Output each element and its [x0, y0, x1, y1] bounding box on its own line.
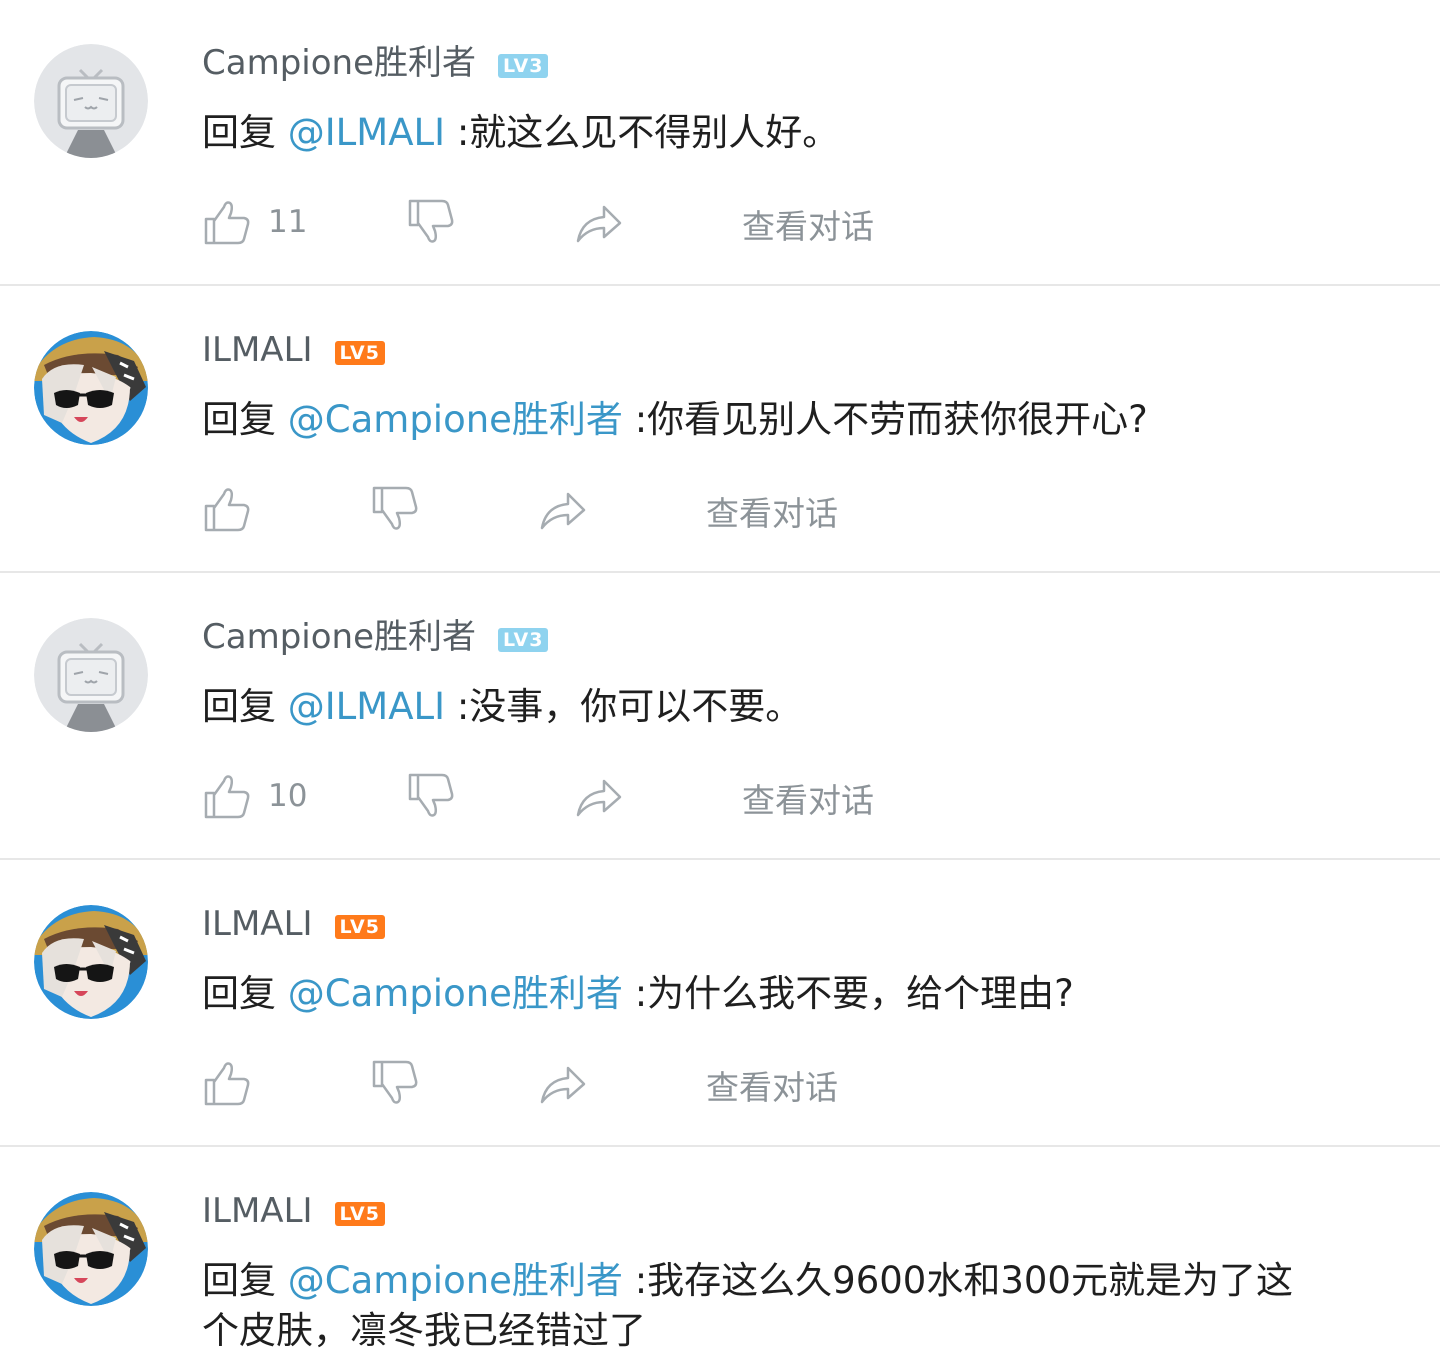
username[interactable]: Campione胜利者 LV3 — [202, 614, 549, 660]
reply-prefix: 回复 — [202, 1259, 288, 1302]
username[interactable]: ILMALI LV5 — [202, 327, 385, 373]
level-badge: LV3 — [498, 54, 549, 78]
username[interactable]: Campione胜利者 LV3 — [202, 40, 549, 86]
share-button[interactable] — [538, 479, 588, 539]
comment-text: 回复 @Campione胜利者 :我存这么久9600水和300元就是为了这个皮肤… — [202, 1256, 1302, 1356]
thumbs-down-icon — [408, 199, 454, 243]
comment-body: :就这么见不得别人好。 — [445, 111, 840, 154]
avatar[interactable] — [34, 331, 148, 445]
view-conversation-link[interactable]: 查看对话 — [742, 774, 874, 822]
comment-text: 回复 @Campione胜利者 :为什么我不要，给个理由? — [202, 969, 1322, 1019]
level-badge: LV5 — [334, 341, 385, 365]
view-conversation-link[interactable]: 查看对话 — [706, 1061, 838, 1109]
mention-link[interactable]: @Campione胜利者 — [288, 972, 623, 1015]
level-badge: LV5 — [334, 1202, 385, 1226]
username[interactable]: ILMALI LV5 — [202, 901, 385, 947]
share-button[interactable] — [574, 766, 624, 826]
tv-mascot-avatar-icon — [34, 44, 148, 158]
dislike-button[interactable] — [406, 766, 456, 826]
thumbs-down-icon — [372, 1060, 418, 1104]
avatar[interactable] — [34, 618, 148, 732]
reply-prefix: 回复 — [202, 685, 288, 728]
comment-item: Campione胜利者 LV3 回复 @ILMALI :就这么见不得别人好。 11… — [0, 0, 1440, 286]
dislike-button[interactable] — [406, 192, 456, 252]
username-text: Campione胜利者 — [202, 43, 476, 83]
thumbs-down-icon — [408, 773, 454, 817]
share-arrow-icon — [540, 1066, 586, 1104]
view-conversation-link[interactable]: 查看对话 — [742, 200, 874, 248]
comment-text: 回复 @Campione胜利者 :你看见别人不劳而获你很开心? — [202, 395, 1322, 445]
avatar[interactable] — [34, 905, 148, 1019]
comment-item: ILMALI LV5 回复 @Campione胜利者 :你看见别人不劳而获你很开心… — [0, 287, 1440, 573]
avatar[interactable] — [34, 1192, 148, 1306]
comment-body: :为什么我不要，给个理由? — [622, 972, 1074, 1015]
avatar[interactable] — [34, 44, 148, 158]
mention-link[interactable]: @Campione胜利者 — [288, 398, 623, 441]
reply-prefix: 回复 — [202, 398, 288, 441]
like-button[interactable]: 11 — [202, 192, 307, 252]
comment-actions: 10 查看对话 — [202, 766, 1102, 826]
username-text: ILMALI — [202, 904, 313, 944]
share-arrow-icon — [576, 205, 622, 243]
comment-text: 回复 @ILMALI :就这么见不得别人好。 — [202, 108, 1322, 158]
level-badge: LV3 — [498, 628, 549, 652]
thumbs-up-icon — [204, 1062, 250, 1106]
comment-body: :你看见别人不劳而获你很开心? — [622, 398, 1148, 441]
like-count: 10 — [268, 778, 308, 814]
comment-item: ILMALI LV5 回复 @Campione胜利者 :为什么我不要，给个理由? … — [0, 861, 1440, 1147]
comment-item: Campione胜利者 LV3 回复 @ILMALI :没事，你可以不要。 10 … — [0, 574, 1440, 860]
anime-girl-sunglasses-avatar-icon — [34, 331, 148, 445]
dislike-button[interactable] — [370, 479, 420, 539]
view-conversation-link[interactable]: 查看对话 — [706, 487, 838, 535]
comment-actions: 查看对话 — [202, 1053, 1102, 1113]
reply-prefix: 回复 — [202, 111, 288, 154]
mention-link[interactable]: @ILMALI — [288, 685, 445, 728]
comment-actions: 查看对话 — [202, 479, 1102, 539]
comment-text: 回复 @ILMALI :没事，你可以不要。 — [202, 682, 1322, 732]
username-text: ILMALI — [202, 330, 313, 370]
anime-girl-sunglasses-avatar-icon — [34, 905, 148, 1019]
mention-link[interactable]: @ILMALI — [288, 111, 445, 154]
comment-item: ILMALI LV5 回复 @Campione胜利者 :我存这么久9600水和30… — [0, 1148, 1440, 1372]
share-arrow-icon — [540, 492, 586, 530]
username[interactable]: ILMALI LV5 — [202, 1188, 385, 1234]
anime-girl-sunglasses-avatar-icon — [34, 1192, 148, 1306]
share-button[interactable] — [574, 192, 624, 252]
dislike-button[interactable] — [370, 1053, 420, 1113]
like-count: 11 — [268, 204, 308, 240]
like-button[interactable] — [202, 1053, 268, 1113]
like-button[interactable]: 10 — [202, 766, 307, 826]
level-badge: LV5 — [334, 915, 385, 939]
tv-mascot-avatar-icon — [34, 618, 148, 732]
comment-body: :没事，你可以不要。 — [445, 685, 803, 728]
share-button[interactable] — [538, 1053, 588, 1113]
like-button[interactable] — [202, 479, 268, 539]
thumbs-up-icon — [204, 201, 250, 245]
thumbs-up-icon — [204, 775, 250, 819]
username-text: ILMALI — [202, 1191, 313, 1231]
share-arrow-icon — [576, 779, 622, 817]
comment-actions: 11 查看对话 — [202, 192, 1102, 252]
thumbs-down-icon — [372, 486, 418, 530]
mention-link[interactable]: @Campione胜利者 — [288, 1259, 623, 1302]
thumbs-up-icon — [204, 488, 250, 532]
reply-prefix: 回复 — [202, 972, 288, 1015]
username-text: Campione胜利者 — [202, 617, 476, 657]
